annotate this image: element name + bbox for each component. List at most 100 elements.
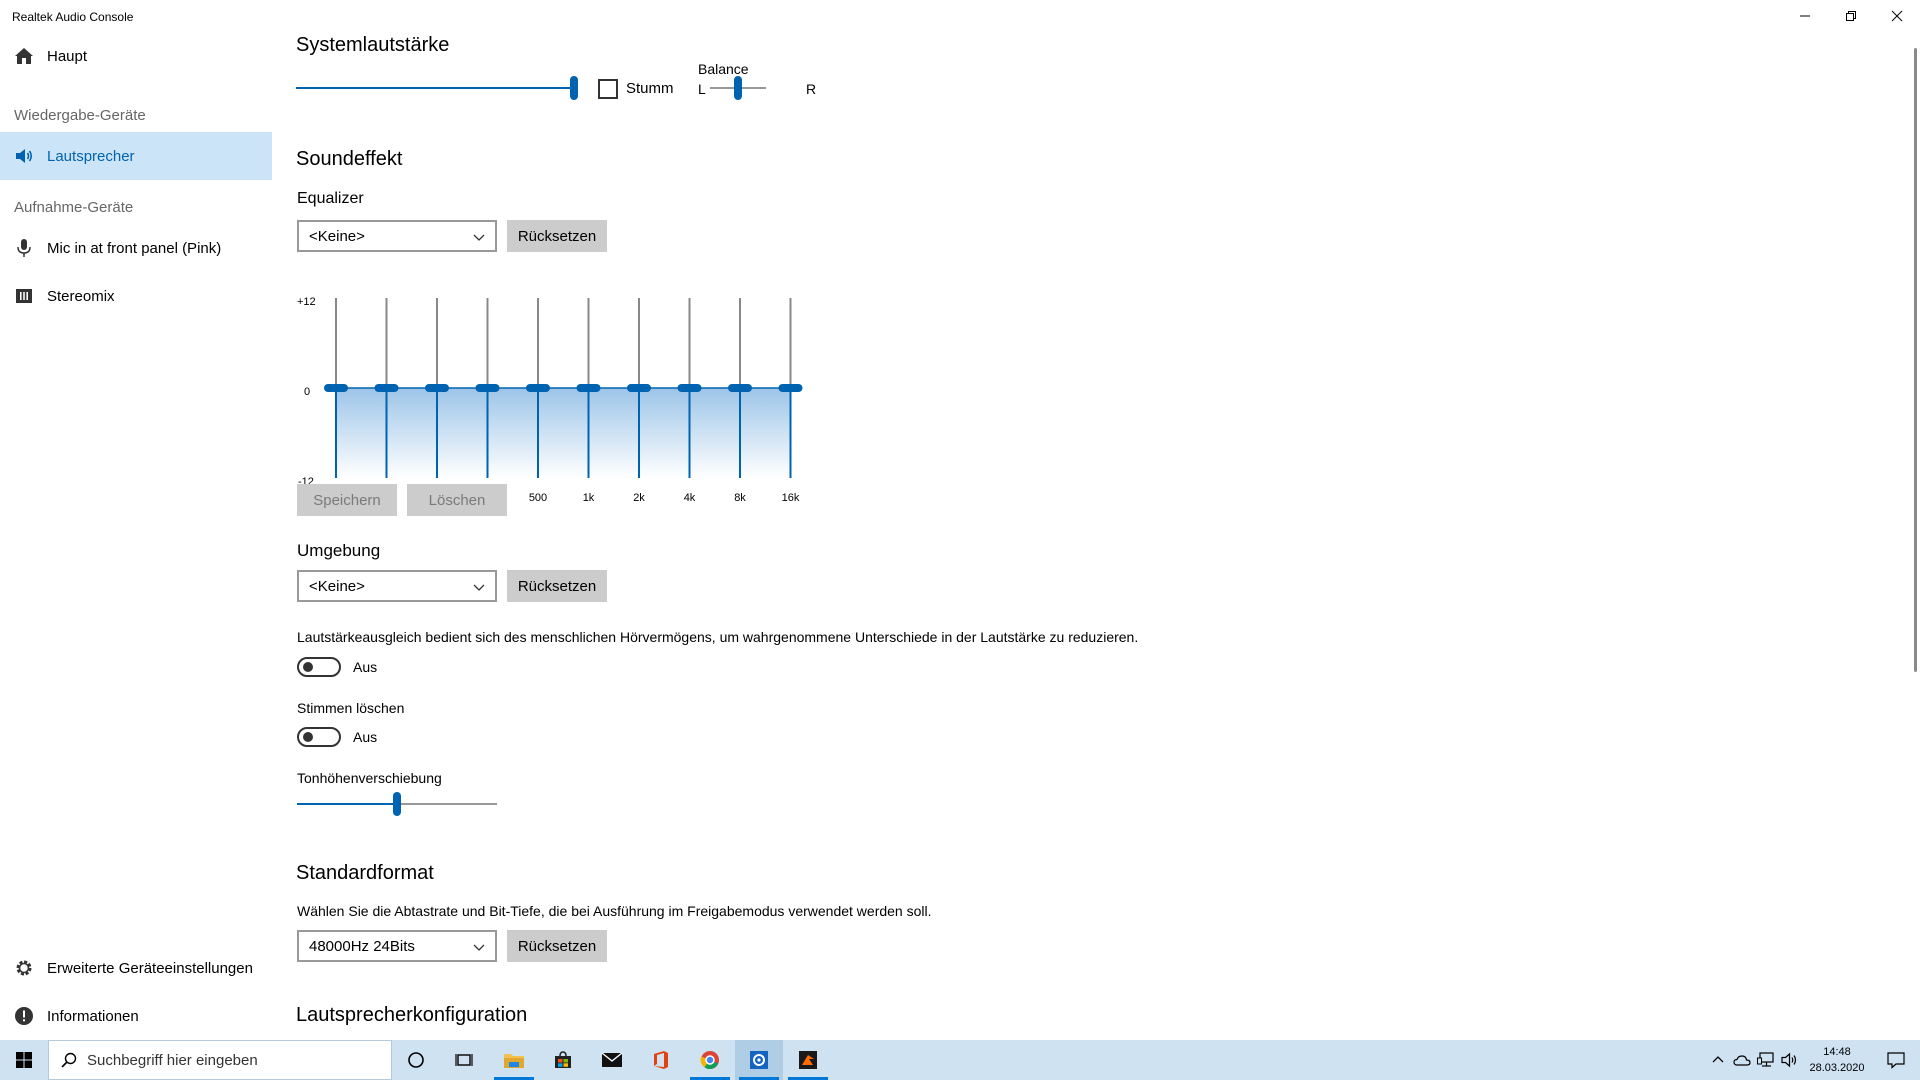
eq-band-label: 4k [683,492,696,504]
balance-slider[interactable] [710,76,766,100]
equalizer-label: Equalizer [297,190,364,207]
slider-fill [297,803,397,805]
eq-band-thumb-125[interactable] [425,384,449,392]
tray-volume[interactable] [1778,1040,1802,1080]
taskbar: Suchbegriff hier eingeben 14:48 28.03.20… [0,1040,1920,1080]
eq-band-thumb-16k[interactable] [778,384,803,392]
balance-left-label: L [698,81,706,97]
environment-preset-dropdown[interactable]: <Keine> [297,570,497,602]
eq-band-thumb-4k[interactable] [677,384,702,392]
toggle-knob [303,662,313,672]
environment-reset-button[interactable]: Rücksetzen [507,570,607,602]
app-window: Realtek Audio Console Haupt Wiedergabe-G… [0,0,1920,1040]
speaker-config-title: Lautsprecherkonfiguration [296,1004,528,1026]
close-button[interactable] [1874,0,1920,32]
loudness-toggle[interactable] [297,657,341,677]
system-volume-slider[interactable] [296,76,578,100]
eq-band-thumb-250[interactable] [475,384,500,392]
eq-band-thumb-2k[interactable] [627,384,651,392]
cortana-icon [408,1052,424,1068]
sidebar: Haupt Wiedergabe-Geräte Lautsprecher Auf… [0,32,272,1040]
sound-effect-title: Soundeffekt [296,148,403,170]
chrome-icon [700,1051,719,1070]
search-icon [61,1052,77,1068]
notification-icon [1887,1052,1905,1069]
voice-cancel-toggle[interactable] [297,727,341,747]
start-button[interactable] [0,1040,48,1080]
sidebar-item-stereomix[interactable]: Stereomix [0,272,272,320]
sidebar-item-label: Haupt [47,47,88,65]
slider-fill [296,87,574,89]
taskbar-file-explorer[interactable] [490,1040,538,1080]
pitch-shift-slider[interactable] [297,792,497,816]
system-volume-title: Systemlautstärke [296,34,450,56]
equalizer-save-button[interactable]: Speichern [297,484,397,516]
standard-format-title: Standardformat [296,862,434,884]
eq-band-thumb-500[interactable] [526,384,550,392]
eq-band-label: 1k [582,492,595,504]
microphone-icon [14,238,34,258]
vertical-scrollbar[interactable] [1914,48,1917,672]
equalizer-delete-button[interactable]: Löschen [407,484,507,516]
chevron-down-icon [473,234,485,241]
equalizer-svg [324,298,803,478]
taskbar-store[interactable] [539,1040,587,1080]
sidebar-item-label: Erweiterte Geräteeinstellungen [47,959,253,977]
mute-label: Stumm [626,80,674,97]
sidebar-item-home[interactable]: Haupt [0,32,272,80]
eq-band-thumb-31[interactable] [324,384,348,392]
loudness-description: Lautstärkeausgleich bedient sich des men… [297,629,1139,645]
slider-thumb[interactable] [570,76,578,100]
windows-icon [16,1052,32,1068]
volume-icon [1781,1052,1797,1068]
mail-icon [601,1052,623,1067]
eq-band-label: 500 [528,492,548,504]
equalizer-reset-button[interactable]: Rücksetzen [507,220,607,252]
taskbar-chrome[interactable] [686,1040,734,1080]
eq-band-thumb-62[interactable] [374,384,399,392]
eq-band-thumb-8k[interactable] [728,384,752,392]
tray-onedrive[interactable] [1730,1040,1754,1080]
eq-band-label: 2k [633,492,645,504]
action-center-button[interactable] [1872,1040,1920,1080]
sidebar-item-advanced-settings[interactable]: Erweiterte Geräteeinstellungen [0,944,272,992]
taskbar-app[interactable] [784,1040,832,1080]
loudness-state: Aus [353,659,378,675]
gear-icon [14,958,34,978]
task-view-button[interactable] [440,1040,488,1080]
balance-label: Balance [698,61,749,77]
eq-band-label: 8k [734,492,746,504]
cloud-icon [1733,1055,1751,1066]
taskbar-office[interactable] [637,1040,685,1080]
equalizer-graph: +12 0 -12 31621252505001k2k4k8k16k [296,294,816,514]
taskbar-clock[interactable]: 14:48 28.03.2020 [1802,1044,1872,1076]
mute-checkbox[interactable] [598,79,618,99]
tray-network[interactable] [1754,1040,1778,1080]
slider-thumb[interactable] [393,792,401,816]
voice-cancel-state: Aus [353,729,378,745]
taskbar-realtek-console[interactable] [735,1040,783,1080]
standard-format-dropdown[interactable]: 48000Hz 24Bits [297,930,497,962]
restore-button[interactable] [1828,0,1874,32]
sidebar-item-information[interactable]: Informationen [0,992,272,1040]
taskbar-mail[interactable] [588,1040,636,1080]
folder-icon [504,1054,524,1068]
recording-devices-header: Aufnahme-Geräte [14,199,134,216]
app-icon [799,1051,817,1069]
sidebar-item-speakers[interactable]: Lautsprecher [0,132,272,180]
sidebar-item-mic[interactable]: Mic in at front panel (Pink) [0,224,272,272]
eq-band-thumb-1k[interactable] [576,384,601,392]
clock-time: 14:48 [1823,1046,1851,1058]
equalizer-preset-dropdown[interactable]: <Keine> [297,220,497,252]
standard-format-reset-button[interactable]: Rücksetzen [507,930,607,962]
taskbar-search[interactable]: Suchbegriff hier eingeben [48,1040,392,1080]
clock-date: 28.03.2020 [1809,1062,1865,1074]
cortana-button[interactable] [392,1040,440,1080]
eq-band-label: 16k [781,492,800,504]
pitch-shift-label: Tonhöhenverschiebung [297,770,442,786]
window-title: Realtek Audio Console [12,10,134,24]
tray-chevron-button[interactable] [1706,1040,1730,1080]
minimize-button[interactable] [1782,0,1828,32]
slider-thumb[interactable] [734,76,742,100]
close-icon [1891,10,1903,22]
